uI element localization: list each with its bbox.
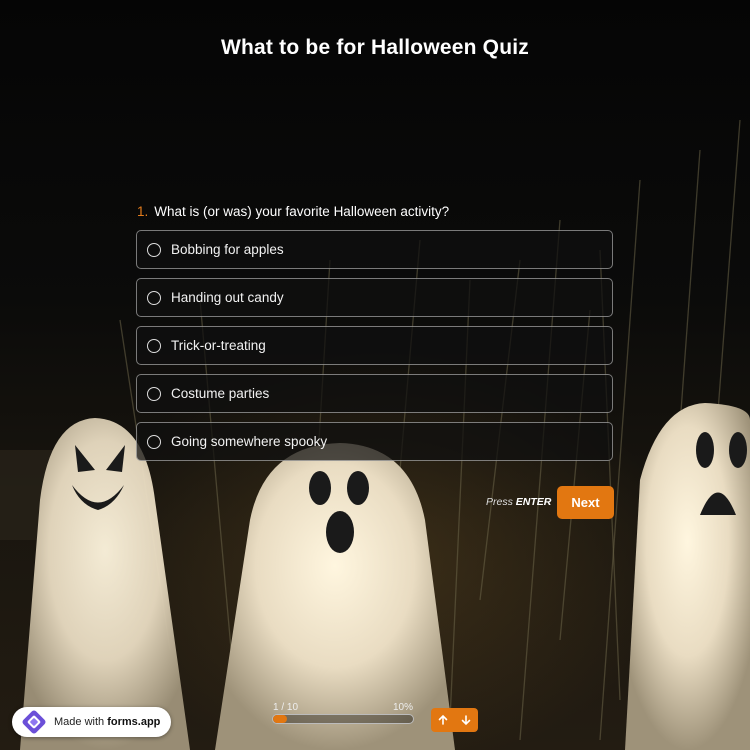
radio-icon[interactable] — [147, 386, 161, 401]
option-label: Going somewhere spooky — [171, 434, 328, 449]
question-number: 1. — [137, 204, 149, 219]
badge-brand: forms.app — [107, 716, 161, 728]
radio-icon[interactable] — [147, 338, 161, 353]
question-text: 1. What is (or was) your favorite Hallowe… — [137, 204, 449, 219]
next-button[interactable]: Next — [557, 486, 614, 519]
arrow-up-icon — [438, 714, 448, 725]
progress-percent: 10% — [393, 702, 414, 713]
progress-bar — [272, 714, 414, 724]
answer-options: Bobbing for apples Handing out candy Tri… — [136, 230, 613, 470]
question-label: What is (or was) your favorite Halloween… — [154, 204, 450, 219]
option-label: Handing out candy — [171, 290, 284, 305]
badge-prefix: Made with — [54, 716, 105, 728]
previous-question-button[interactable] — [431, 708, 455, 732]
option-costume-parties[interactable]: Costume parties — [136, 374, 613, 413]
option-label: Bobbing for apples — [171, 242, 284, 257]
option-bobbing-for-apples[interactable]: Bobbing for apples — [136, 230, 613, 269]
press-enter-hint: Press ENTER — [486, 496, 551, 508]
forms-app-logo-icon — [22, 710, 46, 734]
hint-prefix: Press — [486, 496, 513, 508]
badge-text: Made with forms.app — [54, 716, 160, 728]
option-label: Costume parties — [171, 386, 270, 401]
progress-fill — [273, 715, 287, 723]
progress-count: 1 / 10 — [273, 702, 299, 713]
hint-key: ENTER — [515, 496, 552, 508]
option-trick-or-treating[interactable]: Trick-or-treating — [136, 326, 613, 365]
option-label: Trick-or-treating — [171, 338, 266, 353]
radio-icon[interactable] — [147, 434, 161, 449]
made-with-forms-app-badge[interactable]: Made with forms.app — [12, 707, 171, 737]
arrow-down-icon — [461, 715, 471, 726]
next-question-button[interactable] — [455, 708, 479, 732]
question-navigation — [431, 708, 478, 732]
quiz-title: What to be for Halloween Quiz — [221, 36, 529, 59]
option-handing-out-candy[interactable]: Handing out candy — [136, 278, 613, 317]
radio-icon[interactable] — [147, 290, 161, 305]
radio-icon[interactable] — [147, 242, 161, 257]
option-going-somewhere-spooky[interactable]: Going somewhere spooky — [136, 422, 613, 461]
